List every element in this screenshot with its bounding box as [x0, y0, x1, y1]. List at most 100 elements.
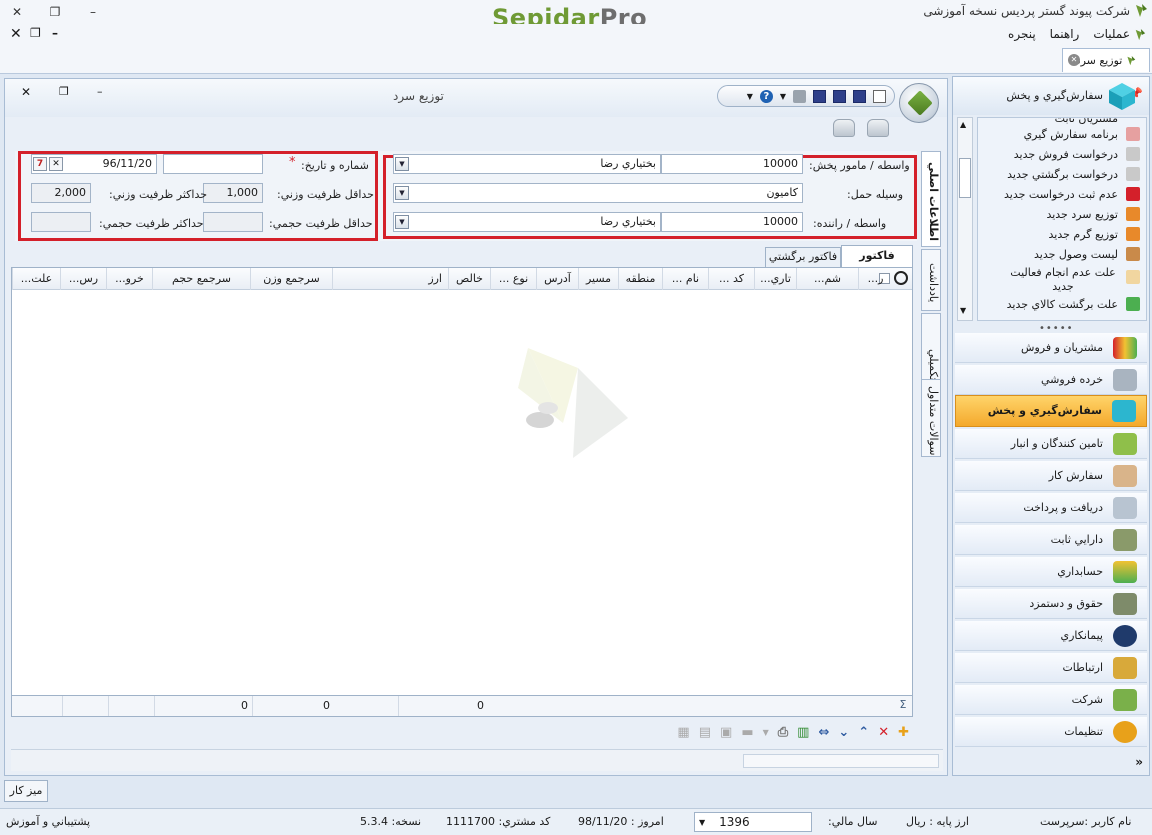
min-volume-field[interactable]: [203, 212, 263, 232]
tab-return-invoice[interactable]: فاکتور برگشتي: [765, 247, 841, 267]
move-up-icon[interactable]: ⌃: [858, 726, 869, 739]
window-minimize-icon[interactable]: –: [97, 85, 103, 98]
new-document-icon[interactable]: [873, 89, 886, 103]
module-communications[interactable]: ارتباطات: [955, 653, 1147, 683]
nav-link-new-sales-request[interactable]: درخواست فروش جديد: [1014, 148, 1118, 168]
side-tab-main-info[interactable]: اطلاعات اصلي: [921, 151, 941, 247]
app-round-button[interactable]: [899, 83, 939, 123]
window-close-icon[interactable]: ✕: [21, 85, 31, 99]
module-orders-distribution[interactable]: سفارش‌گيري و پخش: [955, 395, 1147, 427]
scroll-thumb[interactable]: [959, 158, 971, 198]
module-company[interactable]: شرکت: [955, 685, 1147, 715]
col-reason[interactable]: علت...: [12, 268, 60, 290]
col-date[interactable]: تاري...: [754, 268, 796, 290]
print-icon[interactable]: [793, 89, 806, 103]
module-settings[interactable]: تنظيمات: [955, 717, 1147, 747]
tab-sales-invoice[interactable]: فاکتور فروش: [841, 245, 913, 282]
module-fixed-assets[interactable]: دارايي ثابت: [955, 525, 1147, 555]
print-dropdown-icon[interactable]: ▼: [763, 726, 769, 739]
preview-icon[interactable]: ▤: [699, 726, 711, 739]
col-type[interactable]: نوع ...: [490, 268, 536, 290]
col-region[interactable]: منطقه: [618, 268, 662, 290]
add-row-icon[interactable]: ✚: [898, 726, 909, 739]
save-icon[interactable]: [853, 89, 866, 103]
distributor-name-field[interactable]: بختياري رضا: [393, 154, 661, 174]
nav-list-scrollbar[interactable]: ▲ ▼: [957, 117, 973, 321]
vehicle-dropdown-icon[interactable]: ▼: [395, 186, 409, 200]
min-weight-field[interactable]: 1,000: [203, 183, 263, 203]
nav-link-order-program[interactable]: برنامه سفارش گيري: [1024, 128, 1118, 148]
nav-link-new-collection-list[interactable]: ليست وصول جديد: [1034, 248, 1118, 268]
module-payroll[interactable]: حقوق و دستمزد: [955, 589, 1147, 619]
move-down-icon[interactable]: ⌄: [838, 726, 849, 739]
window-restore-icon[interactable]: ❐: [59, 85, 69, 98]
grid-search-icon[interactable]: [894, 271, 908, 285]
number-field[interactable]: [163, 154, 263, 174]
help-dropdown-icon[interactable]: ▼: [747, 92, 753, 101]
max-weight-field[interactable]: 2,000: [31, 183, 91, 203]
menu-window[interactable]: پنجره: [1008, 27, 1036, 41]
col-receipt[interactable]: رس...: [60, 268, 106, 290]
save-as-icon[interactable]: [833, 89, 846, 103]
minimize-app-icon[interactable]: –: [84, 3, 102, 21]
module-suppliers-warehouse[interactable]: تامين کنندگان و انبار: [955, 429, 1147, 459]
scroll-down-icon[interactable]: ▼: [960, 306, 966, 315]
calendar-icon[interactable]: 7: [33, 157, 47, 171]
clear-date-icon[interactable]: ✕: [49, 157, 63, 171]
nav-link-new-warm-distribution[interactable]: توزيع گرم جديد: [1049, 228, 1119, 248]
minus-icon[interactable]: ▬: [741, 726, 753, 739]
menu-help[interactable]: راهنما: [1050, 27, 1080, 41]
cloud-settings-icon[interactable]: [867, 119, 889, 137]
report-icon[interactable]: ▦: [677, 726, 689, 739]
col-code[interactable]: کد ...: [708, 268, 754, 290]
restore-doc-icon[interactable]: ❐: [30, 26, 41, 40]
attach-icon[interactable]: ▣: [720, 726, 732, 739]
scroll-up-icon[interactable]: ▲: [960, 120, 966, 129]
module-retail[interactable]: خرده فروشي: [955, 365, 1147, 395]
nav-link-new-cold-distribution[interactable]: توزيع سرد جديد: [1046, 208, 1118, 228]
expand-icon[interactable]: ⇔: [818, 726, 829, 739]
col-route[interactable]: مسير: [578, 268, 618, 290]
col-total-weight[interactable]: سرجمع وزن: [250, 268, 332, 290]
vehicle-field[interactable]: کاميون: [393, 183, 803, 203]
col-total-volume[interactable]: سرجمع حجم: [152, 268, 250, 290]
menu-operations[interactable]: عمليات: [1093, 27, 1130, 41]
nav-more-chevron-icon[interactable]: »: [1135, 755, 1143, 769]
col-net[interactable]: خالص: [448, 268, 490, 290]
col-name[interactable]: نام ...: [662, 268, 708, 290]
doc-tab-close-icon[interactable]: ✕: [1068, 54, 1080, 66]
print-dropdown-icon[interactable]: ▼: [780, 92, 786, 101]
side-tab-faq[interactable]: سوالات متداول: [921, 379, 941, 457]
col-address[interactable]: آدرس: [536, 268, 578, 290]
col-currency[interactable]: ارز: [332, 268, 448, 290]
close-app-icon[interactable]: ✕: [8, 3, 26, 21]
delete-row-icon[interactable]: ✕: [878, 726, 889, 739]
distributor-dropdown-icon[interactable]: ▼: [395, 157, 409, 171]
print-grid-icon[interactable]: ⎙: [778, 726, 788, 739]
side-tab-notes[interactable]: يادداشت: [921, 249, 941, 311]
nav-link-new-goods-return-reason[interactable]: علت برگشت کالاي جديد: [1007, 298, 1118, 318]
nav-link-new-no-request[interactable]: عدم ثبت درخواست جديد: [1004, 188, 1118, 208]
help-icon[interactable]: ?: [759, 89, 773, 103]
nav-link-new-return-request[interactable]: درخواست برگشتي جديد: [1007, 168, 1118, 188]
module-work-order[interactable]: سفارش کار: [955, 461, 1147, 491]
module-receipt-payment[interactable]: دريافت و پرداخت: [955, 493, 1147, 523]
cloud-upload-icon[interactable]: [833, 119, 855, 137]
max-volume-field[interactable]: [31, 212, 91, 232]
support-link[interactable]: پشتيباني و آموزش: [6, 815, 90, 828]
driver-code-field[interactable]: 10000: [661, 212, 803, 232]
minimize-doc-icon[interactable]: –: [52, 26, 58, 40]
module-customers-sales[interactable]: مشتريان و فروش: [955, 333, 1147, 363]
restore-app-icon[interactable]: ❐: [46, 3, 64, 21]
module-contracting[interactable]: پيمانکاري: [955, 621, 1147, 651]
save-new-icon[interactable]: [813, 89, 826, 103]
driver-dropdown-icon[interactable]: ▼: [395, 215, 409, 229]
col-number[interactable]: شم...: [796, 268, 858, 290]
driver-name-field[interactable]: بختياري رضا: [393, 212, 661, 232]
distributor-code-field[interactable]: 10000: [661, 154, 803, 174]
module-accounting[interactable]: حسابداري: [955, 557, 1147, 587]
close-doc-icon[interactable]: ✕: [10, 26, 22, 42]
nav-link-new-no-activity-reason[interactable]: علت عدم انجام فعاليت جديد: [1008, 266, 1118, 293]
fiscal-year-select[interactable]: ▼ 1396: [694, 812, 812, 832]
col-exit[interactable]: خرو...: [106, 268, 152, 290]
